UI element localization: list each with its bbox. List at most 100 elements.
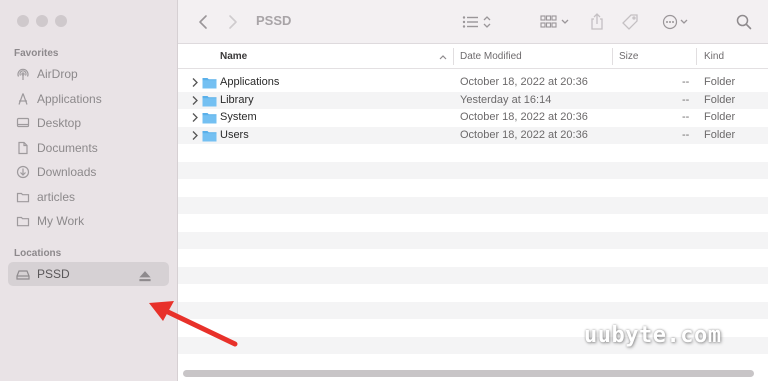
sidebar-item-documents[interactable]: Documents: [8, 136, 169, 160]
group-button[interactable]: [540, 12, 572, 32]
watermark: uubyte.com: [584, 323, 722, 348]
sidebar-item-airdrop[interactable]: AirDrop: [8, 62, 169, 86]
column-header-date[interactable]: Date Modified: [460, 51, 522, 62]
sidebar-item-pssd[interactable]: PSSD: [8, 262, 169, 286]
table-row[interactable]: System October 18, 2022 at 20:36 -- Fold…: [178, 109, 768, 127]
file-date: Yesterday at 16:14: [460, 93, 552, 106]
share-icon: [591, 13, 603, 30]
downloads-icon: [16, 165, 30, 179]
empty-row: [178, 301, 768, 319]
search-icon: [736, 14, 752, 30]
folder-icon: [202, 113, 217, 124]
empty-row: [178, 144, 768, 162]
document-icon: [18, 141, 28, 155]
empty-row: [178, 214, 768, 232]
sidebar-item-label: AirDrop: [37, 67, 78, 81]
chevron-right-icon: [229, 15, 237, 29]
folder-icon: [202, 95, 217, 106]
view-list-button[interactable]: [462, 12, 494, 32]
sidebar-item-label: Desktop: [37, 116, 82, 130]
empty-row: [178, 266, 768, 284]
sidebar-item-articles[interactable]: articles: [8, 185, 169, 209]
column-divider[interactable]: [612, 48, 613, 65]
file-name: Library: [220, 93, 254, 106]
sort-ascending-icon[interactable]: [439, 54, 447, 60]
toolbar: PSSD: [178, 0, 768, 44]
table-row[interactable]: Library Yesterday at 16:14 -- Folder: [178, 91, 768, 109]
back-button[interactable]: [198, 12, 208, 32]
window-title: PSSD: [256, 13, 292, 28]
grid-view-icon: [540, 15, 569, 28]
file-kind: Folder: [704, 93, 736, 106]
column-divider[interactable]: [696, 48, 697, 65]
file-size: --: [682, 76, 690, 88]
tag-button[interactable]: [622, 12, 640, 32]
sidebar-item-label: My Work: [37, 214, 85, 228]
disclosure-chevron-icon[interactable]: [191, 112, 199, 123]
sidebar-item-downloads[interactable]: Downloads: [8, 160, 169, 184]
eject-icon[interactable]: [138, 269, 152, 283]
column-header-kind[interactable]: Kind: [704, 51, 724, 62]
empty-row: [178, 249, 768, 267]
sidebar-item-label: Downloads: [37, 165, 97, 179]
column-header-name[interactable]: Name: [220, 51, 247, 62]
empty-row: [178, 231, 768, 249]
file-date: October 18, 2022 at 20:36: [460, 128, 588, 141]
folder-icon: [202, 130, 217, 141]
file-size: --: [682, 128, 690, 141]
horizontal-scrollbar[interactable]: [183, 370, 754, 377]
desktop-icon: [16, 117, 30, 128]
file-kind: Folder: [704, 128, 736, 141]
favorites-heading: Favorites: [14, 48, 59, 59]
disclosure-chevron-icon[interactable]: [191, 77, 199, 88]
disclosure-chevron-icon[interactable]: [191, 130, 199, 141]
file-size: --: [682, 111, 690, 123]
empty-row: [178, 161, 768, 179]
window-controls: [17, 15, 67, 27]
more-options-icon: [662, 14, 688, 30]
file-name: Users: [220, 128, 249, 141]
close-button[interactable]: [17, 15, 29, 27]
file-name: Applications: [220, 76, 280, 88]
sidebar-item-label: PSSD: [37, 267, 70, 281]
file-size: --: [682, 93, 690, 106]
column-divider[interactable]: [453, 48, 454, 65]
sidebar-item-label: Documents: [37, 141, 98, 155]
minimize-button[interactable]: [36, 15, 48, 27]
list-view-icon: [462, 16, 491, 28]
sidebar-item-desktop[interactable]: Desktop: [8, 111, 169, 135]
zoom-button[interactable]: [55, 15, 67, 27]
file-kind: Folder: [704, 76, 736, 88]
search-button[interactable]: [736, 12, 752, 32]
file-date: October 18, 2022 at 20:36: [460, 111, 588, 123]
table-row[interactable]: Applications October 18, 2022 at 20:36 -…: [178, 74, 768, 92]
table-row[interactable]: Users October 18, 2022 at 20:36 -- Folde…: [178, 126, 768, 144]
airdrop-icon: [17, 68, 29, 80]
locations-heading: Locations: [14, 248, 62, 259]
column-header-size[interactable]: Size: [619, 51, 638, 62]
sidebar-item-applications[interactable]: Applications: [8, 87, 169, 111]
folder-icon: [16, 192, 30, 203]
empty-row: [178, 196, 768, 214]
drive-icon: [16, 270, 30, 280]
red-arrow-icon: [149, 301, 238, 347]
empty-row: [178, 179, 768, 197]
share-button[interactable]: [590, 12, 604, 32]
column-headers: Name Date Modified Size Kind: [178, 44, 768, 69]
chevron-left-icon: [199, 15, 207, 29]
disclosure-chevron-icon[interactable]: [191, 95, 199, 106]
sidebar-item-my-work[interactable]: My Work: [8, 209, 169, 233]
file-name: System: [220, 111, 257, 123]
empty-row: [178, 284, 768, 302]
sidebar-item-label: Applications: [37, 92, 102, 106]
folder-icon: [16, 216, 30, 227]
tag-icon: [622, 14, 638, 30]
sidebar-item-label: articles: [37, 190, 76, 204]
finder-window: Favorites AirDrop Applications Desktop D…: [0, 0, 768, 381]
applications-icon: [18, 93, 28, 105]
empty-row: [178, 354, 768, 372]
file-kind: Folder: [704, 111, 736, 123]
forward-button[interactable]: [228, 12, 238, 32]
file-date: October 18, 2022 at 20:36: [460, 76, 588, 88]
action-button[interactable]: [662, 12, 692, 32]
